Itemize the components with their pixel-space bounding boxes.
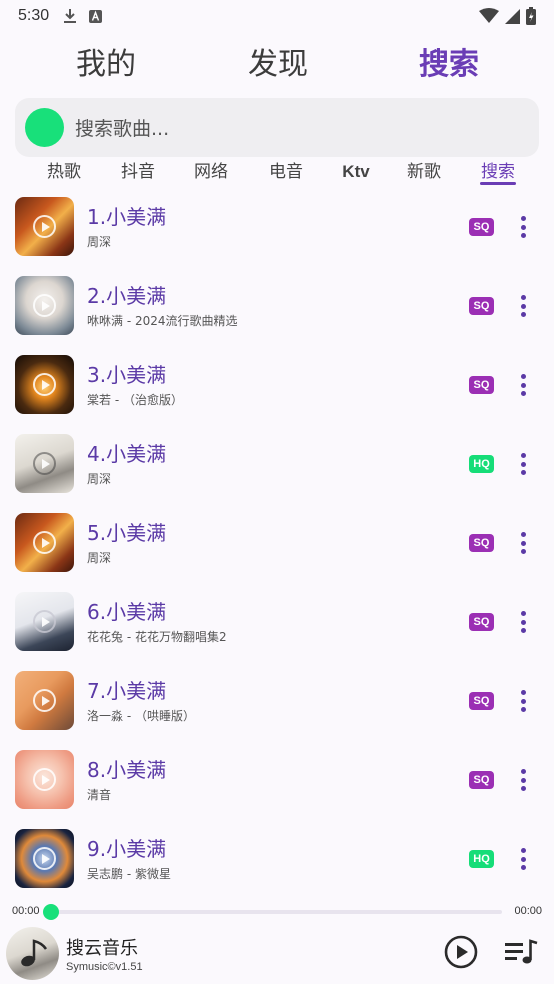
song-artist: 清音 [87,788,112,802]
more-options-icon[interactable] [513,451,533,477]
download-icon [64,9,77,23]
play-overlay-icon [33,847,56,870]
album-cover [15,197,74,256]
song-artist: 咻咻满 - 2024流行歌曲精选 [87,314,238,328]
search-bar[interactable]: 搜索歌曲... [15,98,539,157]
play-overlay-icon [33,373,56,396]
more-options-icon[interactable] [513,609,533,635]
play-overlay-icon [33,531,56,554]
song-artist: 洛一淼 - （哄睡版） [87,709,195,723]
song-row[interactable]: 8.小美满 清音 SQ [0,745,554,823]
quality-badge: HQ [469,850,494,868]
song-title: 3.小美满 [87,363,167,387]
song-row[interactable]: 7.小美满 洛一淼 - （哄睡版） SQ [0,666,554,744]
progress-thumb[interactable] [43,904,59,920]
quality-badge: SQ [469,692,494,710]
album-cover [15,829,74,888]
album-cover [15,355,74,414]
quality-badge: SQ [469,218,494,236]
more-options-icon[interactable] [513,293,533,319]
search-avatar-dot[interactable] [25,108,64,147]
album-cover [15,750,74,809]
player-app-title: 搜云音乐 [66,938,138,959]
category-tabs: 热歌 抖音 网络 电音 Ktv 新歌 搜索 [0,158,554,188]
search-input[interactable]: 搜索歌曲... [75,114,169,141]
play-overlay-icon [33,689,56,712]
cell-signal-icon [505,8,520,24]
song-artist: 周深 [87,235,112,249]
category-tab-new[interactable]: 新歌 [406,158,442,186]
play-overlay-icon [33,294,56,317]
play-overlay-icon [33,215,56,238]
quality-badge: SQ [469,613,494,631]
song-title: 8.小美满 [87,758,167,782]
song-artist: 吴志鹏 - 紫微星 [87,867,171,881]
category-tab-ktv[interactable]: Ktv [340,158,372,186]
song-row[interactable]: 9.小美满 吴志鹏 - 紫微星 HQ [0,824,554,902]
more-options-icon[interactable] [513,688,533,714]
album-cover [15,592,74,651]
quality-badge: SQ [469,771,494,789]
more-options-icon[interactable] [513,214,533,240]
song-row[interactable]: 4.小美满 周深 HQ [0,429,554,507]
album-cover [15,276,74,335]
quality-badge: SQ [469,297,494,315]
playlist-queue-icon[interactable] [504,938,538,966]
quality-badge: SQ [469,534,494,552]
category-tab-network[interactable]: 网络 [193,158,229,186]
progress-track[interactable] [51,910,502,914]
player-app-version: Symusic©v1.51 [66,961,143,973]
tab-mine[interactable]: 我的 [76,40,136,90]
player-cover-art[interactable] [6,927,59,980]
top-tab-bar: 我的 发现 搜索 [0,40,554,90]
battery-icon [526,7,536,25]
song-title: 4.小美满 [87,442,167,466]
tab-discover[interactable]: 发现 [248,40,308,90]
category-tab-indicator [480,182,516,185]
current-time: 00:00 [12,905,40,917]
more-options-icon[interactable] [513,767,533,793]
album-cover [15,671,74,730]
song-artist: 花花兔 - 花花万物翻唱集2 [87,630,227,644]
song-artist: 周深 [87,472,112,486]
album-cover [15,434,74,493]
text-notification-icon [89,9,103,23]
play-overlay-icon [33,610,56,633]
play-overlay-icon [33,768,56,791]
song-title: 5.小美满 [87,521,167,545]
category-tab-electronic[interactable]: 电音 [268,158,304,186]
song-artist: 棠若 - （治愈版） [87,393,183,407]
more-options-icon[interactable] [513,530,533,556]
tab-search[interactable]: 搜索 [419,40,479,90]
total-time: 00:00 [514,905,542,917]
song-title: 6.小美满 [87,600,167,624]
wifi-icon [479,8,499,23]
song-row[interactable]: 2.小美满 咻咻满 - 2024流行歌曲精选 SQ [0,271,554,349]
category-tab-douyin[interactable]: 抖音 [120,158,156,186]
quality-badge: SQ [469,376,494,394]
song-title: 2.小美满 [87,284,167,308]
play-button-icon[interactable] [444,935,478,969]
song-row[interactable]: 5.小美满 周深 SQ [0,508,554,586]
song-title: 1.小美满 [87,205,167,229]
more-options-icon[interactable] [513,372,533,398]
quality-badge: HQ [469,455,494,473]
song-row[interactable]: 1.小美满 周深 SQ [0,192,554,270]
song-title: 9.小美满 [87,837,167,861]
status-time: 5:30 [18,7,50,24]
album-cover [15,513,74,572]
music-note-icon [21,939,48,967]
song-row[interactable]: 3.小美满 棠若 - （治愈版） SQ [0,350,554,428]
category-tab-hot[interactable]: 热歌 [46,158,82,186]
mini-player: 搜云音乐 Symusic©v1.51 [0,924,554,984]
playback-progress: 00:00 00:00 [0,900,554,924]
more-options-icon[interactable] [513,846,533,872]
song-row[interactable]: 6.小美满 花花兔 - 花花万物翻唱集2 SQ [0,587,554,665]
song-artist: 周深 [87,551,112,565]
status-bar: 5:30 [0,0,554,32]
song-title: 7.小美满 [87,679,167,703]
play-overlay-icon [33,452,56,475]
